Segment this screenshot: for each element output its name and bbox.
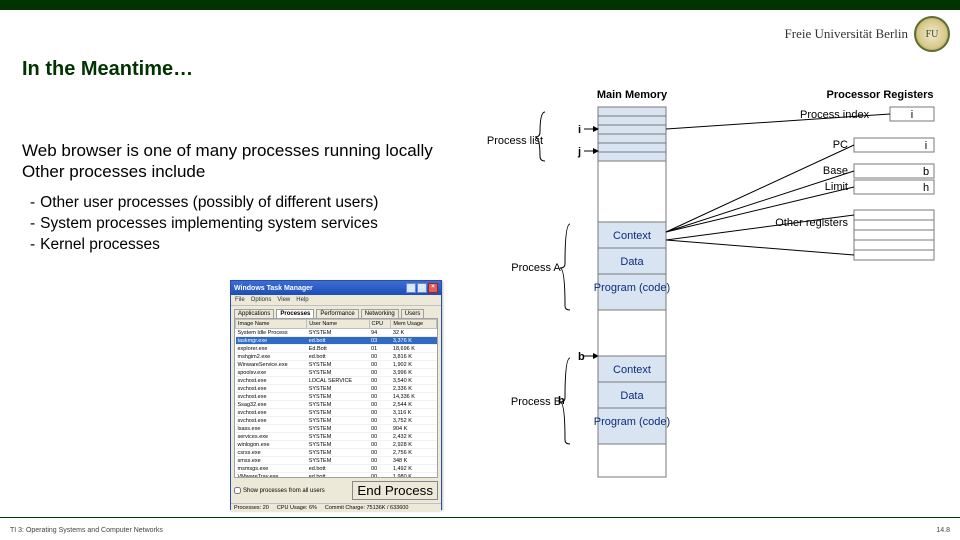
svg-text:Process B: Process B	[511, 396, 561, 408]
table-row[interactable]: services.exeSYSTEM002,432 K	[236, 433, 437, 441]
process-table[interactable]: Image Name User Name CPU Mem Usage Syste…	[235, 319, 437, 478]
svg-text:Context: Context	[613, 364, 651, 376]
task-manager-menu: File Options View Help	[231, 295, 441, 306]
show-all-users-checkbox[interactable]: Show processes from all users	[234, 487, 325, 494]
table-row[interactable]: msmsgs.exeed.bott001,492 K	[236, 465, 437, 473]
svg-text:Other registers: Other registers	[775, 217, 848, 229]
task-manager-status-bar: Processes: 20 CPU Usage: 6% Commit Charg…	[231, 503, 441, 512]
status-commit: Commit Charge: 75136K / 633600	[325, 505, 408, 511]
minimize-icon[interactable]: _	[406, 283, 416, 293]
memory-diagram: Main Memory i j Process list Context Dat…	[470, 82, 950, 492]
top-accent-bar	[0, 0, 960, 10]
task-manager-titlebar[interactable]: Windows Task Manager _ □ ×	[231, 281, 441, 295]
brand-block: Freie Universität Berlin FU	[785, 16, 950, 52]
table-row[interactable]: mshgim2.exeed.bott003,816 K	[236, 353, 437, 361]
registers-block: Process index i PC i Base b Limit h Othe…	[775, 107, 934, 260]
tab-networking[interactable]: Networking	[361, 309, 399, 318]
svg-text:Program (code): Program (code)	[594, 416, 670, 428]
table-row[interactable]: svchost.exeSYSTEM0014,336 K	[236, 393, 437, 401]
footer-divider	[0, 517, 960, 518]
status-cpu: CPU Usage: 6%	[277, 505, 317, 511]
col-cpu[interactable]: CPU	[369, 320, 391, 329]
tab-applications[interactable]: Applications	[234, 309, 274, 318]
svg-text:Process list: Process list	[487, 135, 543, 147]
memory-column: i j Process list Context Data Program (c…	[487, 107, 670, 477]
task-manager-title: Windows Task Manager	[234, 285, 313, 292]
sub-bullet: -Other user processes (possibly of diffe…	[30, 193, 452, 212]
svg-text:b: b	[923, 166, 929, 178]
svg-text:h: h	[558, 395, 565, 407]
paragraph-1: Web browser is one of many processes run…	[22, 140, 452, 161]
svg-text:i: i	[925, 140, 927, 152]
task-manager-tabs: Applications Processes Performance Netwo…	[231, 306, 441, 318]
table-row[interactable]: svchost.exeSYSTEM003,116 K	[236, 409, 437, 417]
col-image[interactable]: Image Name	[236, 320, 307, 329]
svg-text:i: i	[578, 124, 581, 136]
task-manager-window: Windows Task Manager _ □ × File Options …	[230, 280, 442, 510]
end-process-button[interactable]: End Process	[352, 481, 438, 500]
sub-bullet: -System processes implementing system se…	[30, 214, 452, 233]
svg-text:Context: Context	[613, 230, 651, 242]
table-row[interactable]: taskmgr.exeed.bott033,376 K	[236, 337, 437, 345]
svg-text:h: h	[923, 182, 929, 194]
table-row[interactable]: Ssag32.exeSYSTEM002,544 K	[236, 401, 437, 409]
table-row[interactable]: WinwareService.exeSYSTEM001,902 K	[236, 361, 437, 369]
tab-processes[interactable]: Processes	[276, 309, 314, 318]
menu-help[interactable]: Help	[296, 297, 308, 303]
registers-title: Processor Registers	[827, 89, 934, 101]
sub-bullet-list: -Other user processes (possibly of diffe…	[22, 193, 452, 255]
svg-text:Base: Base	[823, 165, 848, 177]
table-row[interactable]: smss.exeSYSTEM00348 K	[236, 457, 437, 465]
svg-text:j: j	[577, 146, 581, 158]
table-row[interactable]: svchost.exeSYSTEM003,752 K	[236, 417, 437, 425]
table-row[interactable]: System Idle ProcessSYSTEM9432 K	[236, 329, 437, 337]
sub-bullet: -Kernel processes	[30, 235, 452, 254]
body-text: Web browser is one of many processes run…	[22, 140, 452, 257]
menu-view[interactable]: View	[277, 297, 290, 303]
svg-text:Program (code): Program (code)	[594, 282, 670, 294]
col-mem[interactable]: Mem Usage	[391, 320, 437, 329]
tab-performance[interactable]: Performance	[316, 309, 358, 318]
table-row[interactable]: lsass.exeSYSTEM00904 K	[236, 425, 437, 433]
status-processes: Processes: 20	[234, 505, 269, 511]
close-icon[interactable]: ×	[428, 283, 438, 293]
svg-text:Data: Data	[620, 390, 644, 402]
footer-left: TI 3: Operating Systems and Computer Net…	[10, 527, 163, 534]
footer-right: 14.8	[936, 527, 950, 534]
menu-file[interactable]: File	[235, 297, 245, 303]
col-user[interactable]: User Name	[307, 320, 369, 329]
svg-text:b: b	[578, 351, 585, 363]
slide-title: In the Meantime…	[22, 58, 193, 81]
svg-text:Process A: Process A	[511, 262, 561, 274]
process-list-panel: Image Name User Name CPU Mem Usage Syste…	[234, 318, 438, 478]
paragraph-2: Other processes include	[22, 161, 452, 182]
tab-users[interactable]: Users	[401, 309, 425, 318]
svg-text:i: i	[911, 109, 913, 121]
table-row[interactable]: winlogon.exeSYSTEM002,928 K	[236, 441, 437, 449]
university-seal-icon: FU	[914, 16, 950, 52]
table-row[interactable]: spoolsv.exeSYSTEM003,996 K	[236, 369, 437, 377]
menu-options[interactable]: Options	[251, 297, 272, 303]
svg-text:Data: Data	[620, 256, 644, 268]
table-row[interactable]: svchost.exeSYSTEM002,336 K	[236, 385, 437, 393]
maximize-icon[interactable]: □	[417, 283, 427, 293]
brand-name: Freie Universität Berlin	[785, 26, 908, 42]
table-row[interactable]: svchost.exeLOCAL SERVICE003,540 K	[236, 377, 437, 385]
table-row[interactable]: explorer.exeEd.Bott0118,696 K	[236, 345, 437, 353]
table-row[interactable]: csrss.exeSYSTEM002,756 K	[236, 449, 437, 457]
memory-title: Main Memory	[597, 89, 668, 101]
